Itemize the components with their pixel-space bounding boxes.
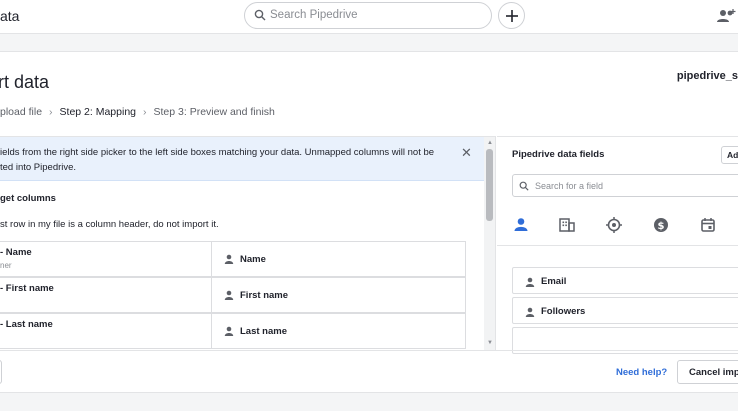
file-name: pipedrive_s [676,70,738,82]
svg-text:$: $ [658,221,665,232]
info-banner: ields from the right side picker to the … [0,137,484,181]
header-row-checkbox[interactable]: st row in my file is a column header, do… [0,219,219,230]
scroll-up-icon[interactable]: ▲ [487,140,493,146]
field-search-input[interactable]: Search for a field [512,174,738,197]
add-field-button[interactable]: Ad [721,146,738,164]
scrollbar-thumb[interactable] [486,149,493,221]
top-bar: ata Search Pipedrive [0,0,738,34]
scroll-down-icon[interactable]: ▼ [487,340,493,346]
import-panel: rt data pipedrive_s pload file › Step 2: M… [0,51,738,393]
footer-bar: Need help? Cancel imp [0,350,738,394]
close-icon[interactable]: ✕ [461,145,472,161]
calendar-icon[interactable] [698,215,718,235]
field-picker: Pipedrive data fields Ad Search for a fi… [497,136,738,354]
page-title: rt data [0,72,50,92]
target-field-drop[interactable]: Last name [212,313,466,349]
step-upload[interactable]: pload file [0,106,42,118]
banner-text: ields from the right side picker to the … [0,147,435,173]
search-icon [519,181,529,191]
invite-users-icon[interactable] [716,8,736,24]
mapping-row: - First name First name [0,277,466,313]
search-placeholder: Search Pipedrive [270,9,358,21]
mapping-pane: ields from the right side picker to the … [0,136,496,350]
back-button[interactable] [0,360,2,384]
person-icon [525,277,535,287]
target-icon[interactable] [604,215,624,235]
person-icon [224,254,234,264]
scrollbar[interactable]: ▲ ▼ [484,137,495,350]
step-mapping: Step 2: Mapping [59,106,136,118]
person-icon [525,307,535,317]
source-column: - First name [0,277,212,313]
field-category-tabs: $ [497,205,738,246]
source-column: - Name ner [0,241,212,277]
person-icon [224,326,234,336]
field-search-placeholder: Search for a field [535,181,604,191]
picker-title: Pipedrive data fields [512,149,605,160]
plus-icon [506,10,518,22]
mapping-row: - Name ner Name [0,241,466,277]
field-item-followers[interactable]: Followers [512,297,738,324]
target-columns-title: get columns [0,193,56,204]
target-field-drop[interactable]: First name [212,277,466,313]
person-icon [224,290,234,300]
app-title: ata [0,8,20,24]
mapping-row: - Last name Last name [0,313,466,349]
field-item-email[interactable]: Email [512,267,738,294]
cancel-import-button[interactable]: Cancel imp [677,360,738,384]
target-field-drop[interactable]: Name [212,241,466,277]
need-help-link[interactable]: Need help? [616,367,667,378]
person-icon[interactable] [511,215,531,235]
organization-icon[interactable] [557,215,577,235]
search-icon [254,9,266,21]
breadcrumb: pload file › Step 2: Mapping › Step 3: Previ… [0,106,275,118]
step-preview: Step 3: Preview and finish [153,106,275,118]
dollar-icon[interactable]: $ [651,215,671,235]
source-column: - Last name [0,313,212,349]
global-search-input[interactable]: Search Pipedrive [244,2,492,29]
quick-add-button[interactable] [498,2,525,29]
